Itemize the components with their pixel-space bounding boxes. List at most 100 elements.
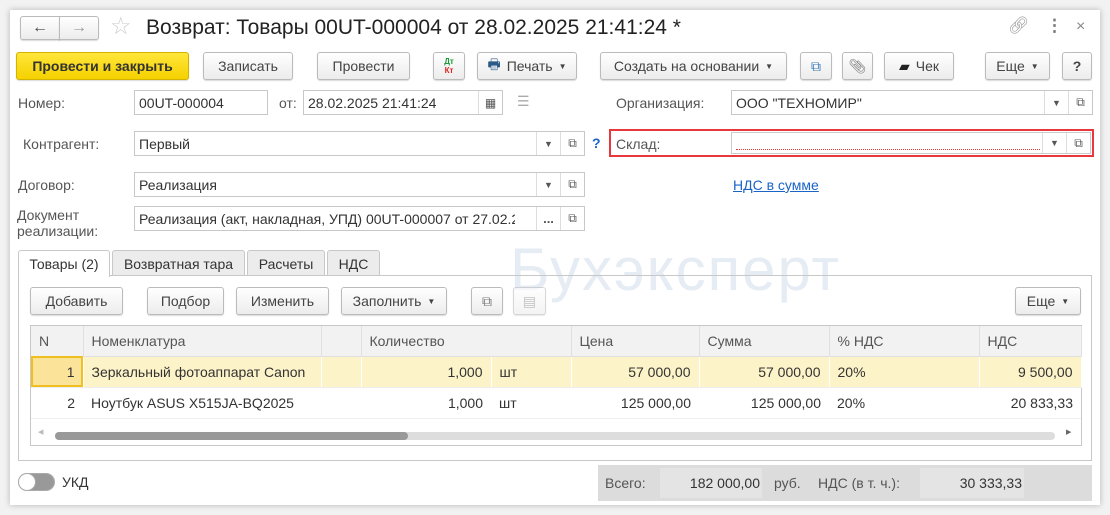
select-button[interactable]: ...	[536, 207, 560, 230]
number-field[interactable]: 00UT-000004	[134, 90, 268, 115]
open-icon[interactable]: ⧉	[560, 132, 584, 155]
tab-goods[interactable]: Товары (2)	[18, 250, 110, 277]
open-icon[interactable]: ⧉	[1068, 91, 1092, 114]
organization-field[interactable]: ООО "ТЕХНОМИР" ▼ ⧉	[731, 90, 1093, 115]
paste-button[interactable]: ▤	[513, 287, 546, 315]
dt-kt-button[interactable]: Дт Кт	[433, 52, 465, 80]
cell-price[interactable]: 125 000,00	[571, 387, 699, 419]
cell-quantity[interactable]: 1,000	[361, 387, 491, 419]
fill-label: Заполнить	[352, 293, 422, 309]
calendar-icon[interactable]: ▦	[478, 91, 502, 114]
date-value: 28.02.2025 21:41:24	[308, 94, 437, 111]
cell-nomenclature[interactable]: Зеркальный фотоаппарат Canon	[83, 356, 322, 388]
cell-vat-rate[interactable]: 20%	[829, 387, 979, 419]
copy-icon: ⧉	[482, 292, 492, 309]
col-quantity[interactable]: Количество	[361, 326, 491, 357]
forward-button[interactable]: →	[59, 16, 99, 40]
cell-n[interactable]: 1	[31, 356, 84, 388]
pick-button[interactable]: Подбор	[147, 287, 224, 315]
favorite-star-icon[interactable]: ☆	[110, 12, 132, 41]
document-window: Бухэксперт ← → ☆ Возврат: Товары 00UT-00…	[10, 10, 1100, 505]
add-button[interactable]: Добавить	[30, 287, 123, 315]
warehouse-value	[736, 136, 1040, 150]
warehouse-field[interactable]: ▼ ⧉	[731, 132, 1091, 154]
sale-document-field[interactable]: Реализация (акт, накладная, УПД) 00UT-00…	[134, 206, 585, 231]
horizontal-scrollbar[interactable]	[55, 432, 1055, 440]
tab-vat[interactable]: НДС	[327, 250, 380, 276]
col-price[interactable]: Цена	[571, 326, 700, 357]
date-field[interactable]: 28.02.2025 21:41:24 ▦	[303, 90, 503, 115]
contractor-hint-icon[interactable]: ?	[592, 135, 601, 151]
chevron-down-icon[interactable]: ▼	[536, 132, 560, 155]
link-icon[interactable]: 🔗︎	[1008, 16, 1030, 36]
fill-button[interactable]: Заполнить ▼	[341, 287, 447, 315]
dt-label: Дт	[444, 57, 454, 66]
open-icon[interactable]: ⧉	[560, 207, 584, 230]
tab-settlements[interactable]: Расчеты	[247, 250, 325, 276]
print-label: Печать	[506, 58, 553, 74]
create-based-label: Создать на основании	[613, 58, 760, 74]
cell-blank[interactable]	[321, 356, 362, 388]
close-icon[interactable]: ×	[1076, 18, 1085, 36]
chevron-down-icon: ▼	[558, 61, 567, 71]
tab-returnable-packaging[interactable]: Возвратная тара	[112, 250, 245, 276]
back-button[interactable]: ←	[20, 16, 60, 40]
paste-icon: ▤	[522, 292, 537, 309]
contract-field[interactable]: Реализация ▼ ⧉	[134, 172, 585, 197]
chevron-down-icon[interactable]: ▼	[1042, 133, 1066, 153]
warehouse-label: Склад:	[616, 136, 661, 152]
scroll-left-icon[interactable]: ◀	[38, 428, 43, 436]
chevron-down-icon: ▼	[765, 61, 774, 71]
number-label: Номер:	[18, 95, 65, 111]
cell-quantity[interactable]: 1,000	[361, 356, 492, 388]
scrollbar-thumb[interactable]	[55, 432, 408, 440]
col-n[interactable]: N	[31, 326, 84, 357]
contractor-field[interactable]: Первый ▼ ⧉	[134, 131, 585, 156]
list-icon[interactable]: ☰	[517, 93, 530, 110]
total-value: 182 000,00	[660, 468, 762, 498]
cell-unit[interactable]: шт	[491, 387, 571, 419]
col-vat[interactable]: НДС	[979, 326, 1082, 357]
cell-vat[interactable]: 20 833,33	[979, 387, 1081, 419]
structure-button[interactable]: ⧉	[800, 52, 832, 80]
print-button[interactable]: 🖶 Печать ▼	[477, 52, 577, 80]
cell-unit[interactable]: шт	[491, 356, 572, 388]
chevron-down-icon[interactable]: ▼	[536, 173, 560, 196]
table-more-button[interactable]: Еще ▼	[1015, 287, 1081, 315]
table-row[interactable]: 1 Зеркальный фотоаппарат Canon 1,000 шт 57 0…	[31, 356, 1082, 388]
copy-button[interactable]: ⧉	[471, 287, 503, 315]
more-vert-icon[interactable]: ⋮	[1046, 16, 1063, 36]
open-icon[interactable]: ⧉	[560, 173, 584, 196]
col-sum[interactable]: Сумма	[699, 326, 830, 357]
vat-in-sum-link[interactable]: НДС в сумме	[733, 177, 819, 193]
contractor-label: Контрагент:	[23, 136, 100, 152]
save-button[interactable]: Записать	[203, 52, 293, 80]
scroll-right-icon[interactable]: ▶	[1066, 428, 1071, 436]
col-nomenclature[interactable]: Номенклатура	[83, 326, 322, 357]
post-and-close-button[interactable]: Провести и закрыть	[16, 52, 189, 80]
receipt-button[interactable]: ▰ Чек	[884, 52, 954, 80]
cell-sum[interactable]: 57 000,00	[699, 356, 830, 388]
cell-vat[interactable]: 9 500,00	[979, 356, 1082, 388]
help-button[interactable]: ?	[1062, 52, 1092, 80]
cell-nomenclature[interactable]: Ноутбук ASUS X515JA-BQ2025	[83, 387, 321, 419]
attach-button[interactable]: 📎︎	[842, 52, 873, 80]
cell-n[interactable]: 2	[31, 387, 83, 419]
post-button[interactable]: Провести	[317, 52, 410, 80]
create-based-on-button[interactable]: Создать на основании ▼	[600, 52, 787, 80]
contract-value: Реализация	[139, 176, 217, 193]
table-header: N Номенклатура Количество Цена Сумма % Н…	[31, 326, 1082, 357]
open-icon[interactable]: ⧉	[1066, 133, 1090, 153]
edit-button[interactable]: Изменить	[236, 287, 329, 315]
sale-document-value: Реализация (акт, накладная, УПД) 00UT-00…	[139, 210, 515, 227]
cell-price[interactable]: 57 000,00	[571, 356, 700, 388]
table-row[interactable]: 2 Ноутбук ASUS X515JA-BQ2025 1,000 шт 125 00…	[31, 387, 1081, 419]
date-label: от:	[279, 95, 297, 111]
cell-vat-rate[interactable]: 20%	[829, 356, 980, 388]
chevron-down-icon[interactable]: ▼	[1044, 91, 1068, 114]
ukd-toggle[interactable]	[18, 473, 55, 491]
cell-sum[interactable]: 125 000,00	[699, 387, 829, 419]
more-button[interactable]: Еще ▼	[985, 52, 1050, 80]
col-vat-rate[interactable]: % НДС	[829, 326, 980, 357]
cell-blank[interactable]	[321, 387, 361, 419]
